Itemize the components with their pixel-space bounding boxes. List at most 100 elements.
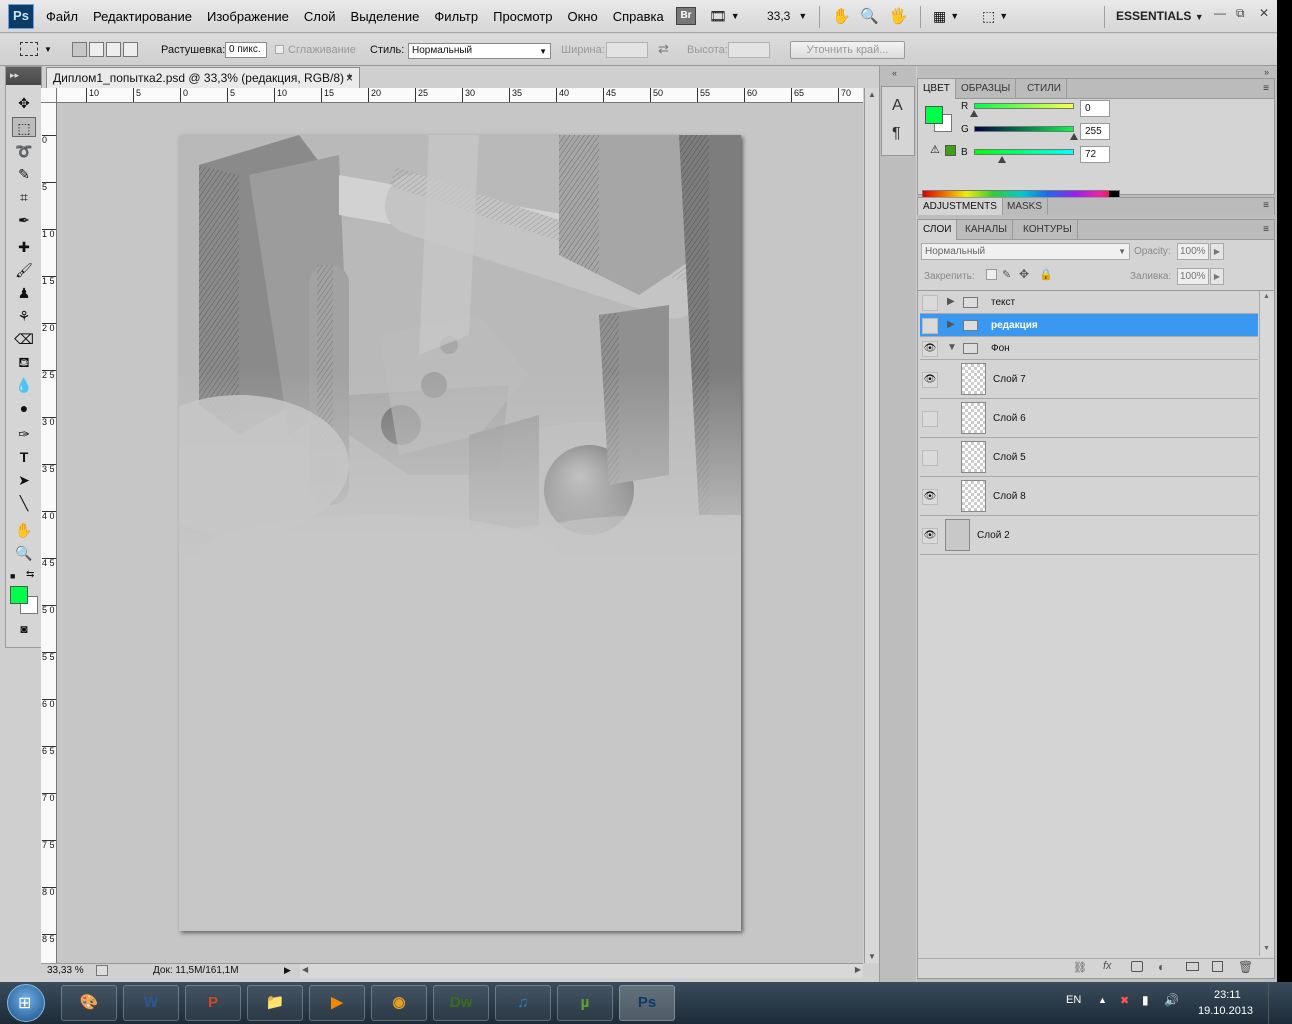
- start-button[interactable]: ⊞: [7, 984, 45, 1022]
- ruler-corner[interactable]: [41, 88, 57, 103]
- status-menu-icon[interactable]: ▶: [284, 965, 291, 976]
- taskbar-explorer-button[interactable]: 📁: [247, 985, 303, 1021]
- opacity-slider-arrow-icon[interactable]: ▶: [1210, 243, 1224, 260]
- layer-row[interactable]: Слой 5: [920, 438, 1258, 477]
- language-indicator[interactable]: EN: [1066, 994, 1081, 1006]
- close-tab-icon[interactable]: ×: [346, 68, 353, 88]
- swap-colors-icon[interactable]: ⇆: [26, 569, 34, 580]
- taskbar-photoshop-button[interactable]: Ps: [619, 985, 675, 1021]
- fill-input[interactable]: 100%: [1177, 268, 1209, 285]
- chevron-down-icon[interactable]: ▼: [44, 45, 52, 54]
- vertical-ruler[interactable]: 0 5 1 0 1 5 2 0 2 5 3 0 3 5 4 0 4 5 5 0 5 5 6 0 6 5 7 …: [41, 103, 57, 963]
- channel-value-input[interactable]: 72: [1080, 146, 1110, 163]
- taskbar-word-button[interactable]: W: [123, 985, 179, 1021]
- opacity-input[interactable]: 100%: [1177, 243, 1209, 260]
- scroll-right-icon[interactable]: ▶: [855, 965, 861, 974]
- blend-mode-select[interactable]: Нормальный ▼: [921, 243, 1130, 260]
- lock-transparency-icon[interactable]: [986, 269, 997, 280]
- lock-all-icon[interactable]: 🔒: [1039, 268, 1053, 281]
- collapse-icon[interactable]: «: [892, 68, 897, 78]
- rotate-view-button[interactable]: 🖐: [889, 5, 908, 27]
- subtract-selection-icon[interactable]: [106, 42, 121, 57]
- blur-tool-icon[interactable]: 💧: [12, 375, 36, 395]
- layer-row[interactable]: 👁 Слой 2: [920, 516, 1258, 555]
- clone-stamp-tool-icon[interactable]: ♟: [12, 283, 36, 303]
- visibility-eye-icon[interactable]: [922, 294, 938, 311]
- restore-button[interactable]: ⧉: [1236, 6, 1245, 21]
- scroll-down-icon[interactable]: ▼: [868, 952, 876, 961]
- channel-slider-thumb[interactable]: [1070, 133, 1078, 140]
- taskbar-dreamweaver-button[interactable]: Dw: [433, 985, 489, 1021]
- tab-color[interactable]: ЦВЕТ: [918, 79, 956, 99]
- horizontal-ruler[interactable]: 10 5 0 5 10 15 20 25 30 35 40 45 50 55 60 65 70: [57, 88, 863, 103]
- height-input[interactable]: [728, 42, 770, 58]
- zoom-level-select[interactable]: 33,3 ▼: [767, 5, 807, 27]
- layer-row[interactable]: 👁 ▼ Фон: [920, 337, 1258, 360]
- horizontal-scrollbar[interactable]: ◀ ▶: [300, 963, 863, 978]
- document-canvas[interactable]: [179, 135, 741, 931]
- fx-icon[interactable]: fx: [1103, 960, 1112, 972]
- tab-layers[interactable]: СЛОИ: [918, 220, 958, 240]
- default-colors-icon[interactable]: ■: [10, 571, 15, 581]
- swap-icon[interactable]: ⇄: [658, 41, 669, 57]
- signal-icon[interactable]: ▮: [1142, 993, 1149, 1007]
- network-error-icon[interactable]: ✖: [1120, 994, 1129, 1007]
- lasso-tool-icon[interactable]: ➰: [12, 141, 36, 161]
- clock-time[interactable]: 23:11: [1214, 989, 1241, 1001]
- channel-value-input[interactable]: 255: [1080, 123, 1110, 140]
- refine-edge-button[interactable]: Уточнить край...: [790, 41, 905, 59]
- screen-mode-button[interactable]: ⬚ ▼: [982, 5, 1008, 27]
- crop-tool-icon[interactable]: ⌗: [12, 187, 36, 207]
- tab-swatches[interactable]: ОБРАЗЦЫ: [956, 79, 1017, 99]
- width-input[interactable]: [606, 42, 648, 58]
- dodge-tool-icon[interactable]: ●: [12, 398, 36, 418]
- new-group-icon[interactable]: [1186, 962, 1199, 971]
- bridge-button[interactable]: Br: [676, 5, 696, 27]
- lock-pixels-icon[interactable]: ✎: [1002, 268, 1011, 281]
- scroll-left-icon[interactable]: ◀: [302, 965, 308, 974]
- foreground-color-swatch[interactable]: [10, 586, 28, 604]
- tab-styles[interactable]: СТИЛИ: [1022, 79, 1067, 99]
- panel-fg-swatch[interactable]: [925, 106, 943, 124]
- tab-masks[interactable]: MASKS: [1002, 198, 1049, 215]
- collapsed-triangle-icon[interactable]: ▶: [947, 296, 955, 307]
- status-options-icon[interactable]: [96, 965, 108, 976]
- collapsed-triangle-icon[interactable]: ▶: [947, 319, 955, 330]
- channel-slider[interactable]: [974, 149, 1074, 155]
- paragraph-panel-icon[interactable]: ¶: [892, 125, 901, 143]
- layer-row[interactable]: Слой 6: [920, 399, 1258, 438]
- line-tool-icon[interactable]: ╲: [12, 493, 36, 513]
- close-button[interactable]: ✕: [1259, 6, 1269, 20]
- lock-position-icon[interactable]: ✥: [1019, 267, 1029, 281]
- type-tool-icon[interactable]: T: [12, 447, 36, 467]
- character-panel-icon[interactable]: A: [892, 97, 903, 115]
- vertical-scrollbar[interactable]: ▲ ▼: [864, 88, 879, 963]
- panel-menu-icon[interactable]: ≡: [1263, 200, 1269, 211]
- expanded-triangle-icon[interactable]: ▼: [947, 342, 957, 353]
- gamut-swatch[interactable]: [945, 145, 956, 156]
- zoom-status[interactable]: 33,33 %: [47, 965, 84, 976]
- menu-item[interactable]: Изображение: [207, 9, 289, 24]
- antialias-checkbox[interactable]: [275, 45, 284, 54]
- tab-paths[interactable]: КОНТУРЫ: [1018, 220, 1078, 240]
- visibility-eye-icon[interactable]: 👁: [922, 488, 938, 505]
- eyedropper-tool-icon[interactable]: ✒: [12, 210, 36, 230]
- scroll-up-icon[interactable]: ▲: [868, 90, 876, 99]
- layer-row[interactable]: 👁 Слой 7: [920, 360, 1258, 399]
- tab-channels[interactable]: КАНАЛЫ: [960, 220, 1014, 240]
- adjustment-layer-icon[interactable]: ◐: [1158, 960, 1165, 974]
- visibility-eye-icon[interactable]: 👁: [922, 371, 938, 388]
- visibility-eye-icon[interactable]: [922, 410, 938, 427]
- tray-expand-icon[interactable]: ▲: [1098, 995, 1107, 1005]
- taskbar-powerpoint-button[interactable]: P: [185, 985, 241, 1021]
- menu-item[interactable]: Просмотр: [493, 9, 552, 24]
- add-mask-icon[interactable]: [1131, 961, 1143, 972]
- menu-item[interactable]: Редактирование: [93, 9, 192, 24]
- channel-slider[interactable]: [974, 103, 1074, 109]
- layer-row[interactable]: 👁 Слой 8: [920, 477, 1258, 516]
- eraser-tool-icon[interactable]: ⌫: [12, 329, 36, 349]
- menu-item[interactable]: Выделение: [351, 9, 420, 24]
- menu-item[interactable]: Файл: [46, 9, 78, 24]
- visibility-eye-icon[interactable]: [922, 317, 938, 334]
- channel-slider-thumb[interactable]: [998, 156, 1006, 163]
